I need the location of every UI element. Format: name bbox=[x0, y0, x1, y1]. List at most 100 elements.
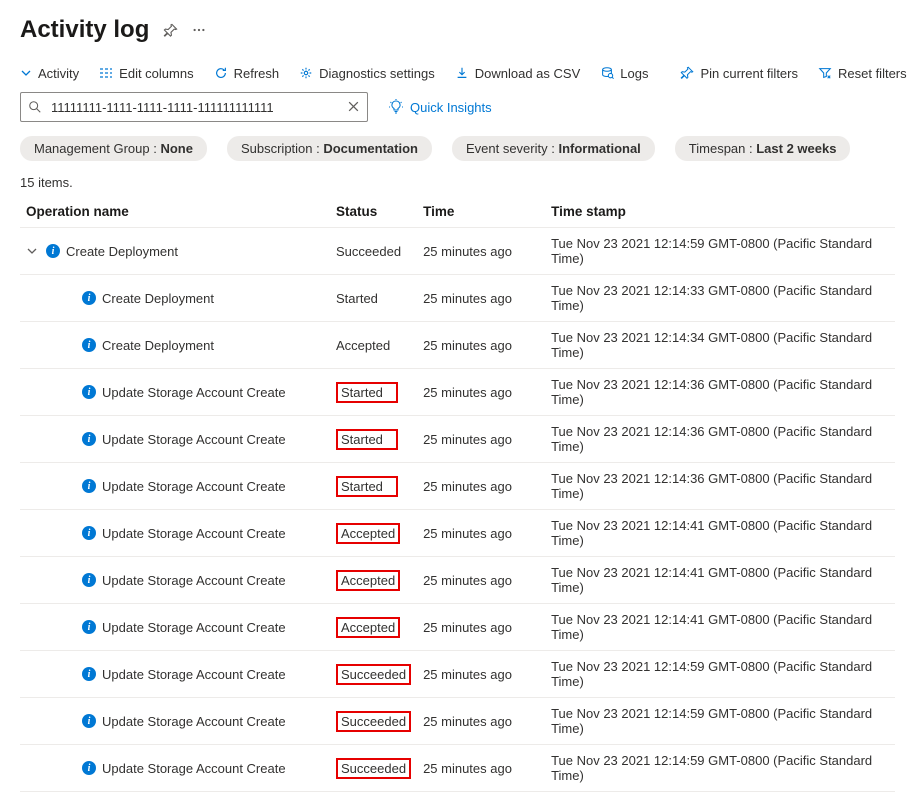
status-highlight-box: Accepted bbox=[336, 523, 400, 544]
activity-label: Activity bbox=[38, 66, 79, 81]
logs-button[interactable]: Logs bbox=[600, 66, 648, 81]
operation-name: Update Storage Account Create bbox=[102, 526, 286, 541]
status-value: Started bbox=[336, 291, 378, 306]
pill-label: Management Group : bbox=[34, 141, 160, 156]
command-bar: Activity Edit columns Refresh Diagnostic… bbox=[20, 58, 895, 92]
pill-label: Timespan : bbox=[689, 141, 756, 156]
filter-pills: Management Group : None Subscription : D… bbox=[20, 136, 895, 161]
timestamp-value: Tue Nov 23 2021 12:14:59 GMT-0800 (Pacif… bbox=[545, 651, 895, 698]
timestamp-value: Tue Nov 23 2021 12:14:59 GMT-0800 (Pacif… bbox=[545, 745, 895, 792]
refresh-label: Refresh bbox=[234, 66, 280, 81]
time-value: 25 minutes ago bbox=[417, 604, 545, 651]
info-icon: i bbox=[82, 291, 96, 305]
info-icon: i bbox=[82, 714, 96, 728]
search-box[interactable] bbox=[20, 92, 368, 122]
table-row[interactable]: iUpdate Storage Account CreateSucceeded2… bbox=[20, 745, 895, 792]
status-value: Succeeded bbox=[336, 244, 401, 259]
diagnostics-button[interactable]: Diagnostics settings bbox=[299, 66, 435, 81]
status-highlight-box: Started bbox=[336, 476, 398, 497]
info-icon: i bbox=[46, 244, 60, 258]
quick-insights-button[interactable]: Quick Insights bbox=[388, 99, 492, 115]
timestamp-value: Tue Nov 23 2021 12:14:41 GMT-0800 (Pacif… bbox=[545, 510, 895, 557]
filter-subscription[interactable]: Subscription : Documentation bbox=[227, 136, 432, 161]
operation-name: Update Storage Account Create bbox=[102, 385, 286, 400]
chevron-down-icon[interactable] bbox=[26, 245, 40, 257]
table-row[interactable]: iUpdate Storage Account CreateStarted25 … bbox=[20, 369, 895, 416]
filter-management-group[interactable]: Management Group : None bbox=[20, 136, 207, 161]
operation-name: Update Storage Account Create bbox=[102, 761, 286, 776]
table-row[interactable]: iCreate DeploymentStarted25 minutes agoT… bbox=[20, 275, 895, 322]
operation-name: Create Deployment bbox=[66, 244, 178, 259]
status-value: Accepted bbox=[341, 526, 395, 541]
time-value: 25 minutes ago bbox=[417, 228, 545, 275]
time-value: 25 minutes ago bbox=[417, 698, 545, 745]
status-value: Accepted bbox=[341, 620, 395, 635]
status-highlight-box: Started bbox=[336, 429, 398, 450]
time-value: 25 minutes ago bbox=[417, 557, 545, 604]
gear-icon bbox=[299, 66, 313, 80]
time-value: 25 minutes ago bbox=[417, 745, 545, 792]
info-icon: i bbox=[82, 761, 96, 775]
info-icon: i bbox=[82, 620, 96, 634]
table-row[interactable]: iUpdate Storage Account CreateStarted25 … bbox=[20, 463, 895, 510]
operation-name: Update Storage Account Create bbox=[102, 573, 286, 588]
status-highlight-box: Started bbox=[336, 382, 398, 403]
table-row[interactable]: iUpdate Storage Account CreateStarted25 … bbox=[20, 416, 895, 463]
search-input[interactable] bbox=[49, 99, 339, 116]
info-icon: i bbox=[82, 479, 96, 493]
info-icon: i bbox=[82, 526, 96, 540]
logs-label: Logs bbox=[620, 66, 648, 81]
operation-name: Update Storage Account Create bbox=[102, 714, 286, 729]
page-title: Activity log bbox=[20, 16, 149, 44]
filter-timespan[interactable]: Timespan : Last 2 weeks bbox=[675, 136, 851, 161]
info-icon: i bbox=[82, 573, 96, 587]
table-row[interactable]: iUpdate Storage Account CreateAccepted25… bbox=[20, 510, 895, 557]
table-row[interactable]: i Update Storage Account Create Accepted 25… bbox=[20, 557, 895, 604]
clear-icon[interactable] bbox=[347, 100, 360, 113]
info-icon: i bbox=[82, 338, 96, 352]
pill-value: Last 2 weeks bbox=[756, 141, 836, 156]
operation-name: Update Storage Account Create bbox=[102, 479, 286, 494]
time-value: 25 minutes ago bbox=[417, 651, 545, 698]
col-operation-name[interactable]: Operation name bbox=[20, 196, 330, 228]
time-value: 25 minutes ago bbox=[417, 322, 545, 369]
table-row[interactable]: iUpdate Storage Account CreateAccepted25… bbox=[20, 604, 895, 651]
download-icon bbox=[455, 66, 469, 80]
col-time[interactable]: Time bbox=[417, 196, 545, 228]
status-value: Accepted bbox=[336, 338, 390, 353]
reset-filters-label: Reset filters bbox=[838, 66, 907, 81]
filter-reset-icon bbox=[818, 66, 832, 80]
refresh-button[interactable]: Refresh bbox=[214, 66, 280, 81]
status-highlight-box: Accepted bbox=[336, 570, 400, 591]
status-highlight-box: Succeeded bbox=[336, 711, 411, 732]
col-timestamp[interactable]: Time stamp bbox=[545, 196, 895, 228]
logs-icon bbox=[600, 66, 614, 80]
lightbulb-icon bbox=[388, 99, 404, 115]
activity-dropdown[interactable]: Activity bbox=[20, 66, 79, 81]
timestamp-value: Tue Nov 23 2021 12:14:41 GMT-0800 (Pacif… bbox=[545, 604, 895, 651]
table-row[interactable]: iUpdate Storage Account CreateSucceeded2… bbox=[20, 651, 895, 698]
table-row[interactable]: i Update Storage Account Create Succeeded 2… bbox=[20, 698, 895, 745]
pin-icon bbox=[680, 66, 694, 80]
timestamp-value: Tue Nov 23 2021 12:14:36 GMT-0800 (Pacif… bbox=[545, 369, 895, 416]
pin-icon[interactable] bbox=[163, 23, 178, 38]
reset-filters-button[interactable]: Reset filters bbox=[818, 66, 907, 81]
col-status[interactable]: Status bbox=[330, 196, 417, 228]
timestamp-value: Tue Nov 23 2021 12:14:41 GMT-0800 (Pacif… bbox=[545, 557, 895, 604]
pill-value: Documentation bbox=[323, 141, 418, 156]
status-value: Started bbox=[341, 479, 383, 494]
table-row[interactable]: iCreate DeploymentAccepted25 minutes ago… bbox=[20, 322, 895, 369]
pin-filters-label: Pin current filters bbox=[700, 66, 798, 81]
table-row[interactable]: i Create Deployment Succeeded 25 minutes ag… bbox=[20, 228, 895, 275]
refresh-icon bbox=[214, 66, 228, 80]
more-icon[interactable] bbox=[192, 23, 206, 37]
edit-columns-button[interactable]: Edit columns bbox=[99, 66, 193, 81]
pill-label: Subscription : bbox=[241, 141, 323, 156]
download-csv-button[interactable]: Download as CSV bbox=[455, 66, 581, 81]
filter-event-severity[interactable]: Event severity : Informational bbox=[452, 136, 655, 161]
timestamp-value: Tue Nov 23 2021 12:14:59 GMT-0800 (Pacif… bbox=[545, 228, 895, 275]
pin-filters-button[interactable]: Pin current filters bbox=[680, 66, 798, 81]
operation-name: Create Deployment bbox=[102, 291, 214, 306]
time-value: 25 minutes ago bbox=[417, 275, 545, 322]
status-value: Started bbox=[341, 385, 383, 400]
